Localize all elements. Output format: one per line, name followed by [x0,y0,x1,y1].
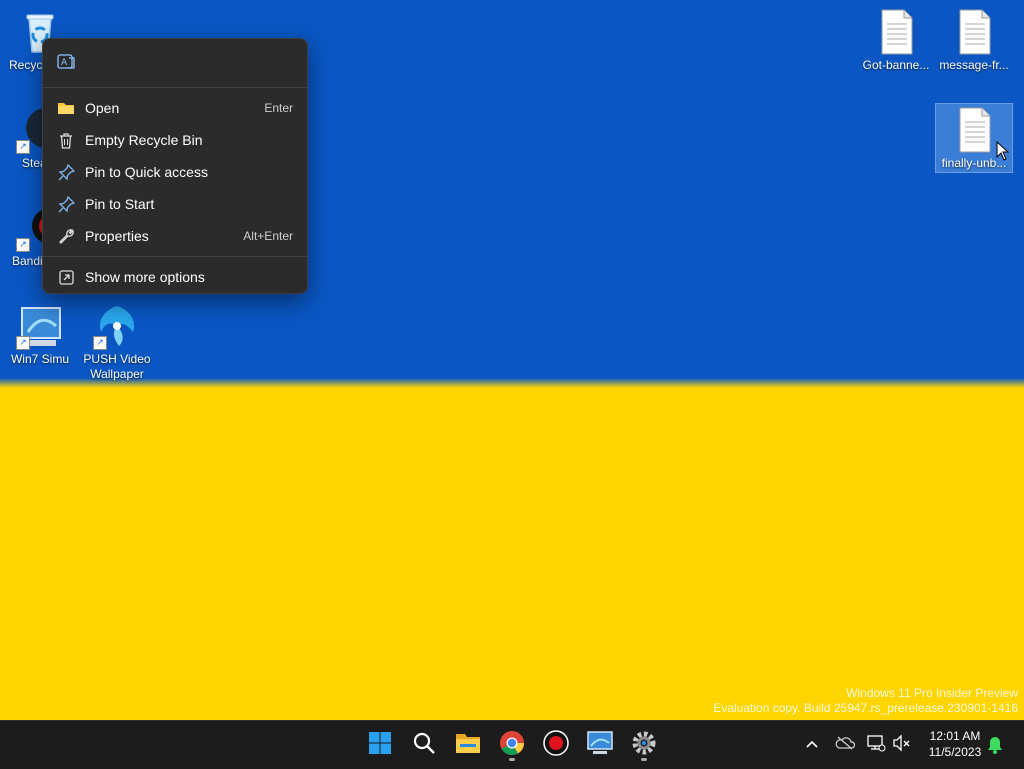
pin-icon [55,195,77,213]
file-explorer-icon [455,732,481,759]
menu-item-label: Empty Recycle Bin [85,132,203,148]
desktop-icon-win7-simu[interactable]: ↗ Win7 Simu [2,302,78,367]
onedrive-button[interactable] [833,733,857,757]
bell-icon [986,737,1004,759]
menu-item-pin-to-quick-access[interactable]: Pin to Quick access [43,156,307,188]
win7-simu-icon [587,730,613,760]
menu-item-label: Properties [85,228,149,244]
chevron-up-icon [805,736,819,754]
shortcut-arrow-icon: ↗ [93,336,107,350]
desktop-icon-label: Win7 Simu [10,352,69,366]
desktop-icon-got-banned[interactable]: Got-banne... [858,8,934,73]
wallpaper-yellow-band [0,388,1024,720]
desktop-icon-label: Recyc [9,58,43,72]
ai-translate-icon[interactable]: A [57,53,77,76]
record-icon [543,729,569,761]
show-more-icon [55,268,77,286]
shortcut-arrow-icon: ↗ [16,140,30,154]
menu-item-label: Pin to Quick access [85,164,208,180]
desktop-icon-push-video-wallpaper[interactable]: ↗ PUSH Video Wallpaper [79,302,155,382]
menu-item-label: Open [85,100,120,116]
evaluation-watermark: Windows 11 Pro Insider Preview Evaluatio… [713,686,1018,716]
desktop-icon-label: Got-banne... [862,58,930,72]
notification-button[interactable] [986,735,1004,760]
menu-item-empty-recycle-bin[interactable]: Empty Recycle Bin [43,124,307,156]
start-icon [368,731,392,760]
show-hidden-icons-button[interactable] [800,733,824,757]
menu-item-properties[interactable]: Properties Alt+Enter [43,220,307,252]
wrench-icon [55,227,77,245]
clock-time: 12:01 AM [929,729,981,743]
network-icon [866,734,886,757]
text-file-icon [950,8,998,56]
menu-item-shortcut: Enter [264,101,293,115]
menu-item-pin-to-start[interactable]: Pin to Start [43,188,307,220]
win7-simu-icon: ↗ [16,302,64,350]
svg-text:A: A [61,58,68,68]
trash-icon [55,131,77,149]
desktop-icon-label: PUSH Video Wallpaper [83,352,151,381]
desktop-icon-message-fr[interactable]: message-fr... [936,8,1012,73]
folder-icon [55,99,77,117]
context-menu-quick-actions: A [43,39,307,87]
file-explorer-button[interactable] [450,727,486,763]
shortcut-arrow-icon: ↗ [16,238,30,252]
running-indicator [641,758,647,761]
settings-icon [631,730,657,761]
desktop-icon-label: Bandi [12,254,43,268]
start-button[interactable] [362,727,398,763]
onedrive-icon [835,736,856,755]
taskbar: 12:01 AM 11/5/2023 [0,720,1024,769]
menu-item-label: Pin to Start [85,196,155,212]
context-menu: A Open Enter Empty Recycle Bin Pin to Qu… [42,38,308,294]
search-button[interactable] [406,727,442,763]
desktop-icon-label: message-fr... [939,58,1009,72]
push-video-wallpaper-icon: ↗ [93,302,141,350]
win7-simu-button[interactable] [582,727,618,763]
network-button[interactable] [864,733,888,757]
menu-item-open[interactable]: Open Enter [43,92,307,124]
search-icon [412,731,436,760]
pin-icon [55,163,77,181]
volume-button[interactable] [890,733,914,757]
shortcut-arrow-icon: ↗ [16,336,30,350]
taskbar-clock[interactable]: 12:01 AM 11/5/2023 [918,728,992,760]
watermark-line-2: Evaluation copy. Build 25947.rs_prerelea… [713,701,1018,715]
clock-date: 11/5/2023 [928,745,982,759]
watermark-line-1: Windows 11 Pro Insider Preview [846,686,1018,700]
text-file-icon [950,106,998,154]
volume-muted-icon [892,733,912,757]
menu-item-show-more-options[interactable]: Show more options [43,261,307,293]
menu-item-shortcut: Alt+Enter [243,229,293,243]
mouse-cursor-icon [996,140,1010,166]
chrome-icon [499,730,525,761]
menu-item-label: Show more options [85,269,205,285]
settings-button[interactable] [626,727,662,763]
text-file-icon [872,8,920,56]
chrome-button[interactable] [494,727,530,763]
running-indicator [509,758,515,761]
bandicam-button[interactable] [538,727,574,763]
